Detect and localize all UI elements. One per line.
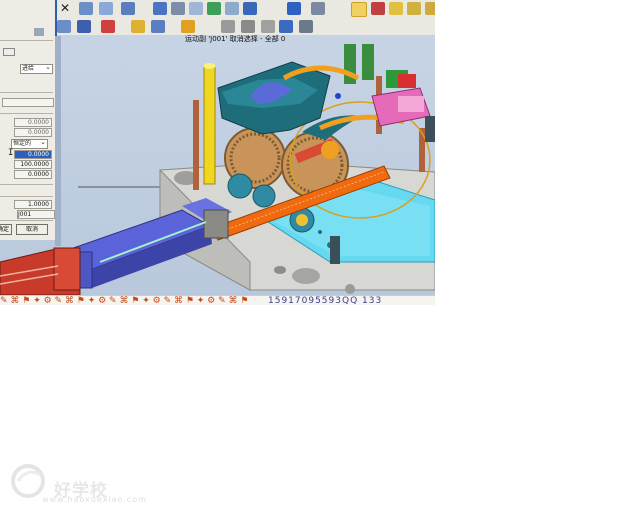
constraint-icon[interactable]	[151, 20, 165, 33]
table-icon[interactable]	[279, 20, 293, 33]
text-cursor-icon: I	[8, 148, 14, 158]
joint-name-field[interactable]: J001	[17, 210, 55, 219]
value-field[interactable]: 0.0000	[14, 170, 52, 179]
gear-icon[interactable]	[181, 20, 195, 33]
joint-driver-dialog: 进给 0.0000 0.0000 恒定的 I 0.0000 100.0000 0…	[0, 0, 57, 240]
selection-filter-icon[interactable]	[351, 2, 367, 17]
cancel-button[interactable]: 取消	[16, 224, 48, 235]
divider	[0, 92, 53, 93]
zoom-icon[interactable]	[189, 2, 203, 15]
spring-icon[interactable]	[131, 20, 145, 33]
shaded-icon[interactable]	[287, 2, 301, 15]
field[interactable]	[2, 98, 54, 107]
scale-field[interactable]: 1.0000	[14, 200, 52, 209]
toolbar-standard: ✕	[55, 0, 435, 19]
point-icon[interactable]	[389, 2, 403, 15]
curve-icon[interactable]	[407, 2, 421, 15]
zoom-window-icon[interactable]	[171, 2, 185, 15]
divider	[0, 196, 53, 197]
cue-text: 运动副 'J001' 取消选择 - 全部 0	[185, 35, 286, 43]
value-field[interactable]: 0.0000	[14, 128, 52, 137]
graphics-viewport[interactable]	[0, 0, 435, 305]
dialog-icon	[3, 48, 15, 56]
driver-type-select[interactable]: 进给	[20, 63, 53, 74]
ok-button[interactable]: 确定	[0, 224, 12, 235]
copy-icon[interactable]	[99, 2, 113, 15]
snap-icon[interactable]	[371, 2, 385, 15]
contact-text: 15917095593QQ 133	[268, 296, 383, 305]
face-icon[interactable]	[425, 2, 435, 15]
toolbar-motion	[55, 18, 435, 36]
view-orient-icon[interactable]	[243, 2, 257, 15]
value-field-active[interactable]: 0.0000	[14, 150, 52, 159]
close-icon[interactable]: ✕	[58, 2, 72, 15]
solve-icon[interactable]	[299, 20, 313, 33]
rotate-icon[interactable]	[207, 2, 221, 15]
undo-icon[interactable]	[79, 2, 93, 15]
pan-icon[interactable]	[225, 2, 239, 15]
measure-icon[interactable]	[221, 20, 235, 33]
select-icon[interactable]	[121, 2, 135, 15]
joint-icon[interactable]	[77, 20, 91, 33]
marker-icon[interactable]	[101, 20, 115, 33]
dialog-icon	[34, 28, 44, 36]
cue-line: 运动副 'J001' 取消选择 - 全部 0	[55, 35, 435, 44]
fit-view-icon[interactable]	[153, 2, 167, 15]
resource-bar	[55, 36, 61, 246]
graph-icon[interactable]	[261, 20, 275, 33]
value-field[interactable]: 0.0000	[14, 118, 52, 127]
divider	[0, 113, 53, 114]
render-icon[interactable]	[311, 2, 325, 15]
value-field[interactable]: 100.0000	[14, 160, 52, 169]
link-icon[interactable]	[57, 20, 71, 33]
taskbar-glyphs: ✎ ⌘ ⚑ ✦ ⚙ ✎ ⌘ ⚑ ✦ ⚙ ✎ ⌘ ⚑ ✦ ⚙ ✎ ⌘ ⚑ ✦ ⚙ …	[0, 296, 249, 305]
watermark-url: www.haoxuexiao.com	[42, 495, 147, 504]
divider	[0, 184, 53, 185]
divider	[0, 40, 53, 41]
function-mode-select[interactable]: 恒定的	[11, 138, 48, 149]
divider	[0, 220, 53, 221]
status-bar: ✎ ⌘ ⚑ ✦ ⚙ ✎ ⌘ ⚑ ✦ ⚙ ✎ ⌘ ⚑ ✦ ⚙ ✎ ⌘ ⚑ ✦ ⚙ …	[0, 295, 435, 305]
nx-window: ✕ 运动副 'J001' 取消选择 - 全部 0 进给 ⌄ 0.0000 0.0…	[0, 0, 435, 305]
trace-icon[interactable]	[241, 20, 255, 33]
